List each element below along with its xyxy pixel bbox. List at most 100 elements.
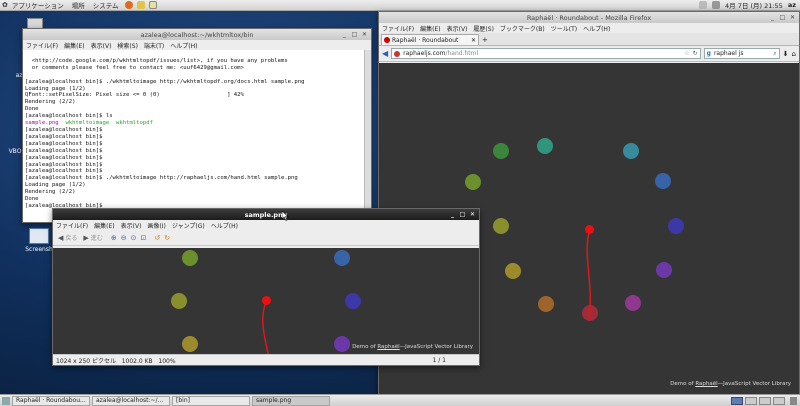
- zoom-in-icon[interactable]: ⊕: [111, 234, 117, 242]
- show-desktop-icon[interactable]: [2, 396, 10, 405]
- url-bar[interactable]: raphaeljs.com /hand.html ☆ ↻: [391, 48, 701, 59]
- term-menu-edit[interactable]: 編集(E): [64, 41, 84, 50]
- term-line: [azalea@localhost bin]$: [25, 126, 103, 133]
- panel-user[interactable]: az: [788, 1, 796, 9]
- bookmark-star-icon[interactable]: ☆: [684, 50, 689, 57]
- panel-clock[interactable]: 4月 7日 (月) 21:55: [725, 0, 783, 10]
- close-icon[interactable]: ✕: [361, 31, 368, 38]
- workspace-1[interactable]: [731, 396, 743, 405]
- note-launcher-icon[interactable]: [148, 1, 157, 9]
- viewer-menu-help[interactable]: ヘルプ(H): [211, 221, 238, 230]
- ff-menu-history[interactable]: 履歴(S): [473, 24, 494, 33]
- zoom-normal-icon[interactable]: ⊙: [131, 234, 137, 242]
- viewer-titlebar[interactable]: sample.png _ □ ✕: [53, 209, 479, 220]
- firefox-launcher-icon[interactable]: [124, 1, 133, 9]
- term-line: Loading page (1/2): [25, 85, 86, 92]
- ls-file-wkhtmltopdf: wkhtmltopdf: [115, 120, 154, 127]
- workspace-4[interactable]: [773, 396, 785, 405]
- zoom-out-icon[interactable]: ⊖: [121, 234, 127, 242]
- viewer-menu-view[interactable]: 表示(V): [121, 221, 142, 230]
- taskbar-item-terminal[interactable]: azalea@localhost:~/...: [92, 395, 170, 406]
- trash-icon[interactable]: [790, 396, 797, 405]
- gnome-foot-icon[interactable]: ✿: [2, 1, 8, 9]
- viewer-image-canvas[interactable]: Demo of Raphaël—JavaScript Vector Librar…: [53, 248, 479, 354]
- workspace-3[interactable]: [759, 396, 771, 405]
- taskbar-item-bin[interactable]: [bin]: [172, 395, 250, 406]
- rotate-right-icon[interactable]: ↻: [164, 234, 170, 242]
- back-arrow-icon[interactable]: ◀: [382, 49, 388, 58]
- ff-menu-view[interactable]: 表示(V): [447, 24, 468, 33]
- sample-dot-olive: [171, 293, 187, 309]
- reload-icon[interactable]: ↻: [693, 50, 698, 57]
- ff-menu-edit[interactable]: 編集(E): [420, 24, 440, 33]
- volume-icon[interactable]: [712, 1, 721, 9]
- roundabout-dot-indigo: [668, 218, 684, 234]
- sample-hand-path: [262, 301, 269, 354]
- prev-arrow-icon[interactable]: ◀: [58, 234, 63, 242]
- new-tab-icon[interactable]: +: [482, 36, 488, 44]
- terminal-scrollbar[interactable]: [364, 50, 371, 222]
- term-menu-help[interactable]: ヘルプ(H): [170, 41, 197, 50]
- hand-handle-dot[interactable]: [585, 225, 594, 234]
- tab-close-icon[interactable]: ✕: [471, 37, 476, 44]
- search-bar[interactable]: g raphael js ⌕: [703, 48, 780, 59]
- term-menu-terminal[interactable]: 端末(T): [144, 41, 164, 50]
- term-line: [25, 72, 369, 79]
- downloads-icon[interactable]: ⬇: [783, 50, 789, 58]
- next-arrow-icon[interactable]: ▶: [83, 234, 88, 242]
- site-identity-icon[interactable]: [394, 50, 401, 57]
- panel-menu-applications[interactable]: アプリケーション: [12, 0, 64, 10]
- ff-menu-help[interactable]: ヘルプ(H): [583, 24, 610, 33]
- mail-launcher-icon[interactable]: [136, 1, 145, 9]
- workspace-switcher[interactable]: [731, 396, 785, 405]
- term-line: Rendering (2/2): [25, 99, 76, 106]
- google-search-icon[interactable]: g: [707, 50, 711, 57]
- term-menu-search[interactable]: 検索(S): [117, 41, 138, 50]
- network-icon[interactable]: [699, 1, 708, 9]
- roundabout-dot-gold: [505, 263, 521, 279]
- viewer-back-label[interactable]: 戻る: [65, 233, 77, 242]
- terminal-output[interactable]: <http://code.google.com/p/wkhtmltopdf/is…: [23, 50, 371, 222]
- close-icon[interactable]: ✕: [469, 211, 476, 218]
- firefox-tab[interactable]: Raphaël · Roundabout ✕: [381, 34, 479, 45]
- zoom-fit-icon[interactable]: ⊡: [140, 234, 146, 242]
- ff-demo-link[interactable]: Raphaël: [695, 381, 717, 387]
- roundabout-dot-olive: [493, 218, 509, 234]
- panel-menu-places[interactable]: 場所: [72, 0, 85, 10]
- panel-menu-system[interactable]: システム: [93, 0, 119, 10]
- rotate-left-icon[interactable]: ↺: [154, 234, 160, 242]
- minimize-icon[interactable]: _: [341, 31, 348, 38]
- ff-menu-file[interactable]: ファイル(F): [382, 24, 414, 33]
- firefox-titlebar[interactable]: Raphaël · Roundabout - Mozilla Firefox _…: [379, 12, 799, 23]
- workspace-2[interactable]: [745, 396, 757, 405]
- term-menu-view[interactable]: 表示(V): [91, 41, 112, 50]
- sample-dot-gold: [182, 336, 198, 352]
- minimize-icon[interactable]: _: [769, 14, 776, 21]
- search-input-value: raphael js: [713, 50, 744, 57]
- close-icon[interactable]: ✕: [789, 14, 796, 21]
- viewer-menu-file[interactable]: ファイル(F): [56, 221, 88, 230]
- viewer-menu-go[interactable]: ジャンプ(G): [172, 221, 205, 230]
- viewer-menu-image[interactable]: 画像(I): [147, 221, 165, 230]
- viewer-forward-label[interactable]: 進む: [91, 233, 103, 242]
- search-icon[interactable]: ⌕: [773, 50, 776, 58]
- roundabout-dot-violet: [656, 262, 672, 278]
- term-line: or comments please feel free to contact …: [25, 64, 244, 71]
- maximize-icon[interactable]: □: [779, 14, 786, 21]
- term-line: <http://code.google.com/p/wkhtmltopdf/is…: [25, 57, 288, 64]
- home-icon[interactable]: ⌂: [792, 50, 796, 58]
- terminal-titlebar[interactable]: azalea@localhost:~/wkhtmltox/bin _ □ ✕: [23, 29, 371, 40]
- ff-menu-tools[interactable]: ツール(T): [551, 24, 577, 33]
- minimize-icon[interactable]: _: [449, 211, 456, 218]
- desktop-icon-screenshot[interactable]: Screensh: [24, 228, 54, 253]
- favicon-icon: [384, 37, 390, 43]
- taskbar-item-viewer[interactable]: sample.png: [252, 395, 330, 406]
- taskbar-item-firefox[interactable]: Raphaël · Roundabou...: [12, 395, 90, 406]
- term-line: QFont::setPixelSize: Pixel size <= 0 (0)…: [25, 92, 244, 99]
- term-menu-file[interactable]: ファイル(F): [26, 41, 58, 50]
- maximize-icon[interactable]: □: [459, 211, 466, 218]
- viewer-menu-edit[interactable]: 編集(E): [94, 221, 114, 230]
- sample-hand-dot: [262, 296, 271, 305]
- ff-menu-bookmarks[interactable]: ブックマーク(B): [500, 24, 545, 33]
- maximize-icon[interactable]: □: [351, 31, 358, 38]
